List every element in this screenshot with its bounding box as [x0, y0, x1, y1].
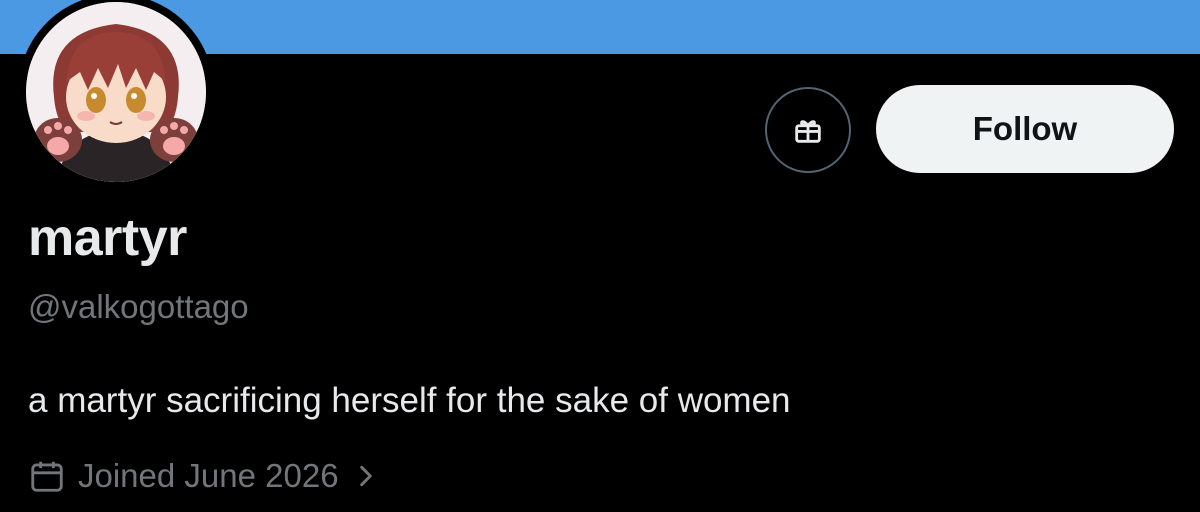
joined-date-text: Joined June 2026 [78, 457, 339, 494]
calendar-icon [28, 457, 66, 495]
avatar-border [18, 0, 214, 190]
gift-icon [795, 120, 821, 143]
user-handle: @valkogottago [28, 288, 249, 325]
joined-date-link[interactable]: Joined June 2026 [28, 455, 375, 497]
avatar-illustration [26, 2, 206, 182]
follow-button[interactable]: Follow [876, 85, 1174, 173]
avatar[interactable] [26, 2, 206, 182]
gift-button[interactable] [765, 87, 851, 173]
profile-bio: a martyr sacrificing herself for the sak… [28, 381, 791, 420]
display-name: martyr [28, 209, 187, 267]
chevron-right-icon [357, 463, 375, 489]
